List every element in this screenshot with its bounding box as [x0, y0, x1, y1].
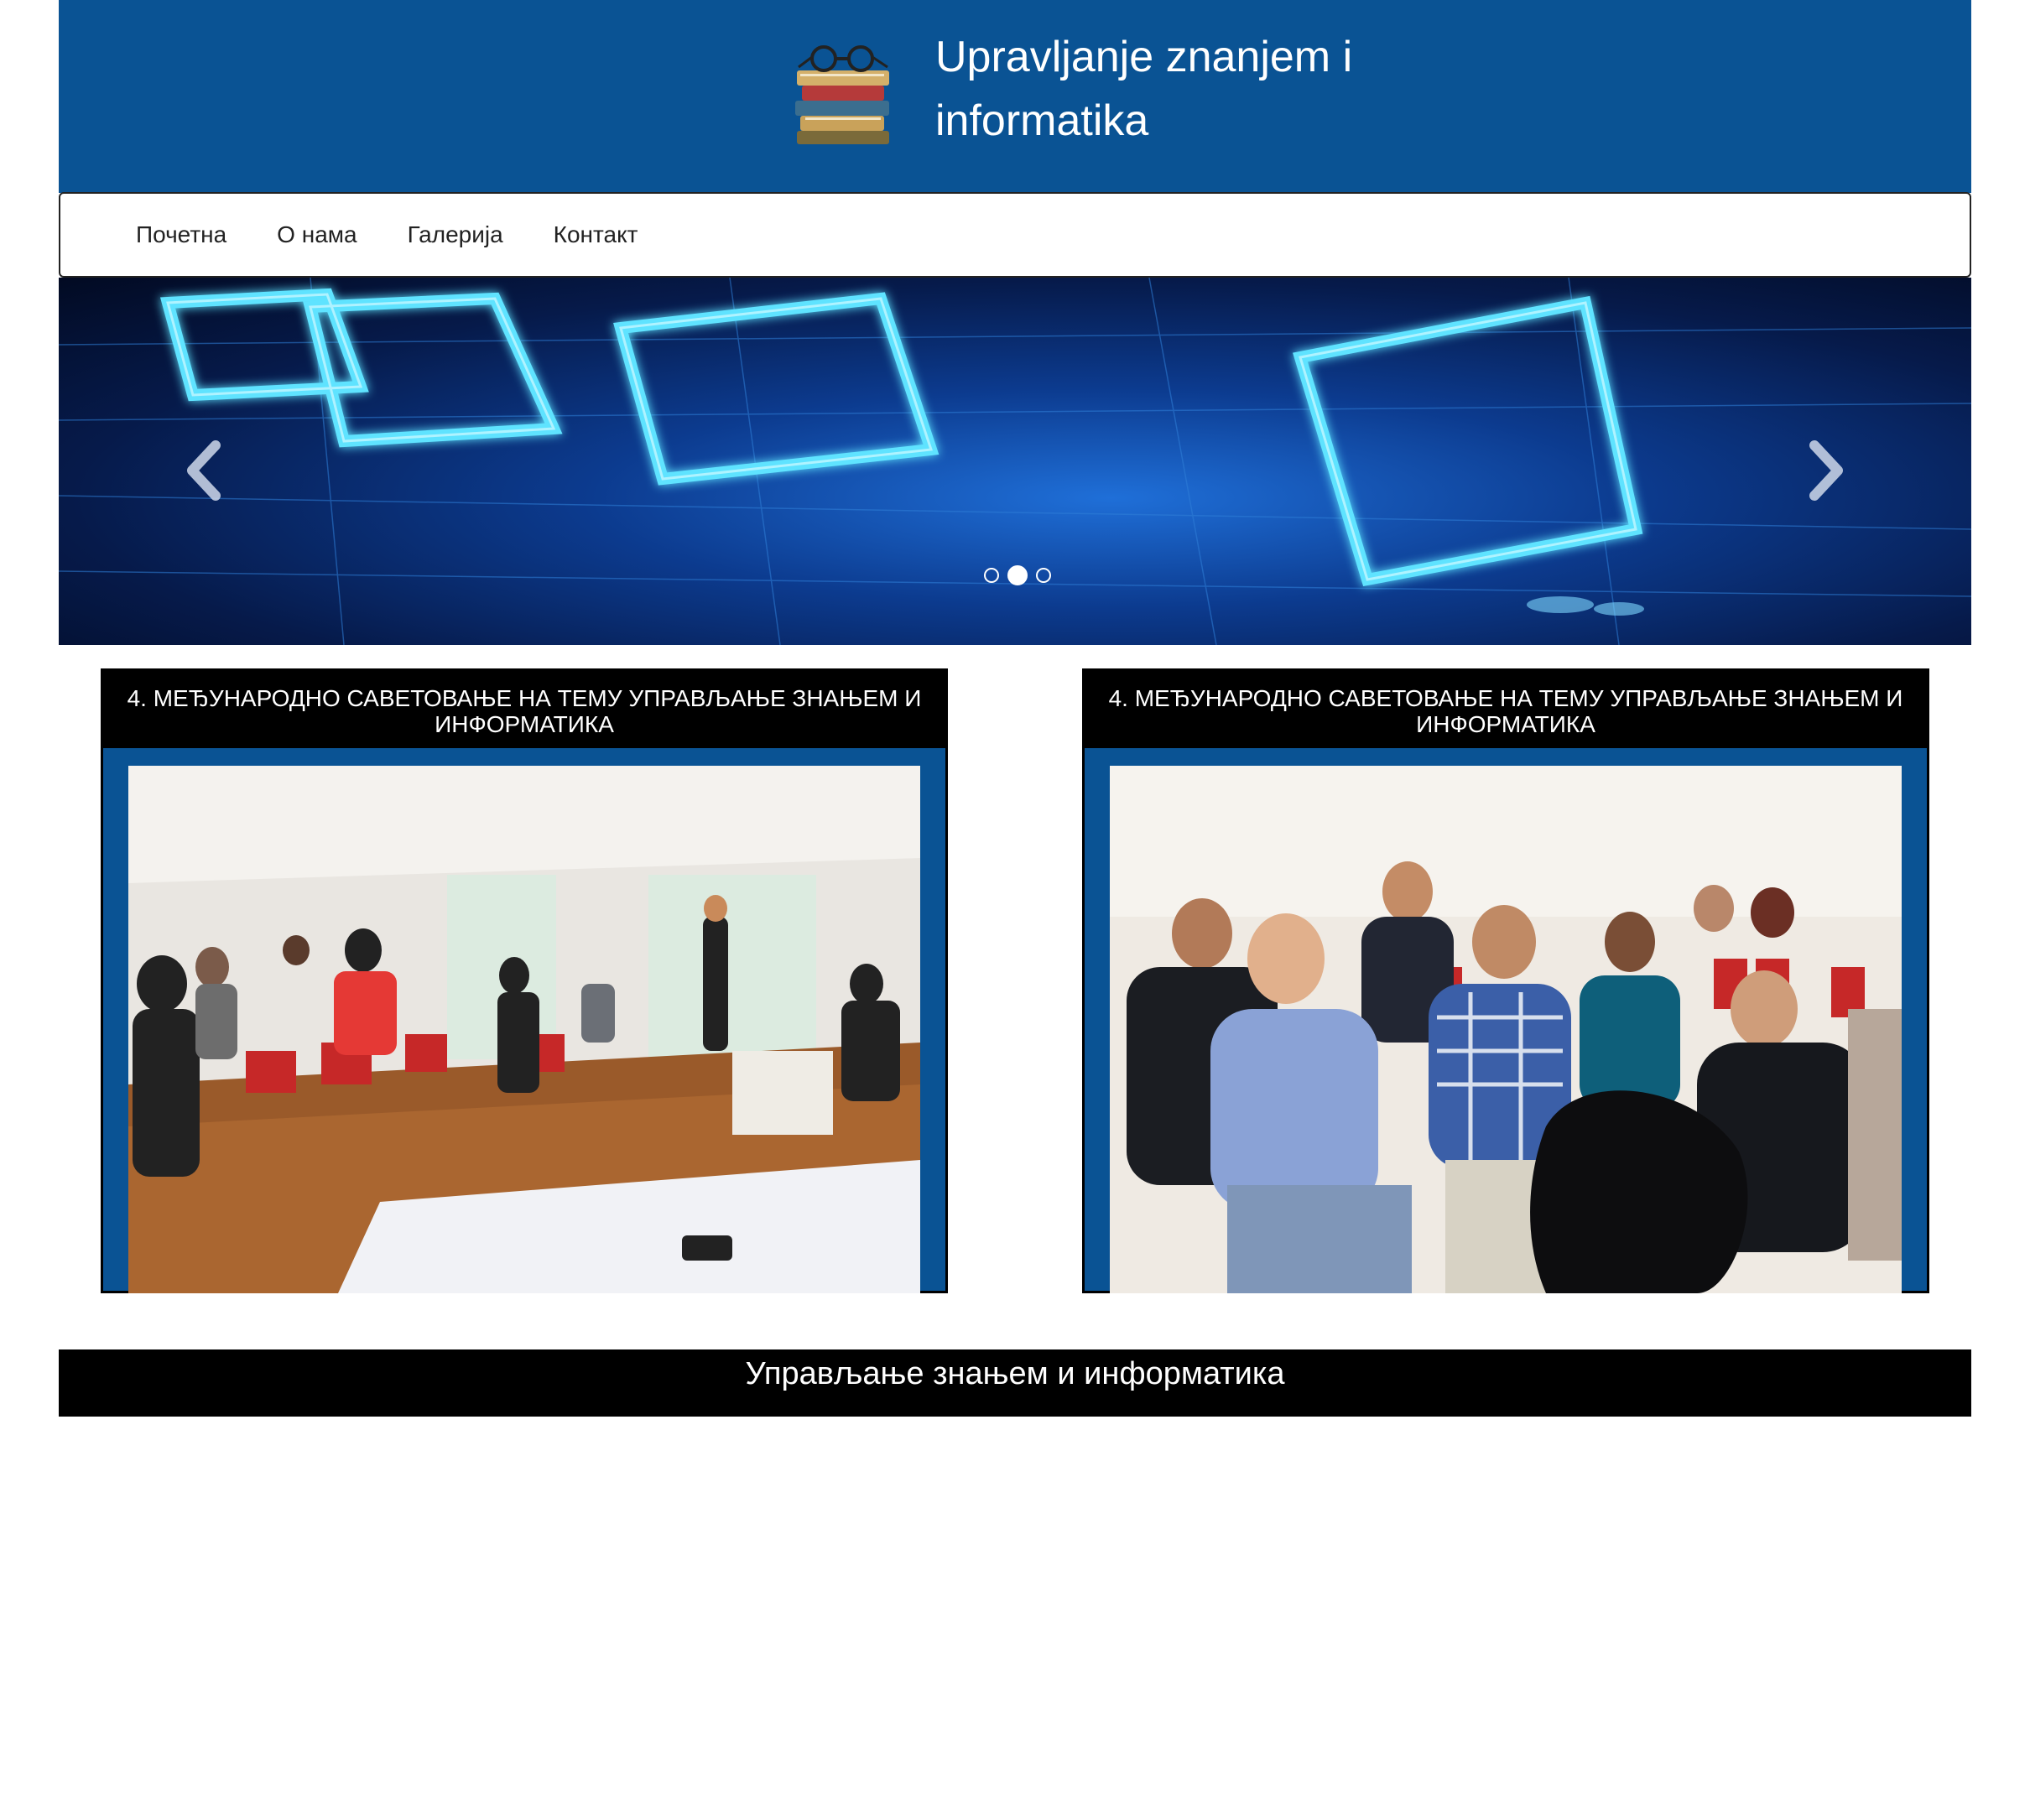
carousel-slide-image [59, 278, 1971, 645]
site-footer: Управљање знањем и информатика [59, 1349, 1971, 1417]
conference-photo[interactable] [128, 766, 920, 1293]
news-card-2[interactable]: 4. МЕЂУНАРОДНО САВЕТОВАЊЕ НА ТЕМУ УПРАВЉ… [1082, 668, 1929, 1293]
conference-photo[interactable] [1110, 766, 1902, 1293]
carousel-indicator-3[interactable] [1036, 568, 1051, 583]
chevron-right-icon[interactable] [1799, 437, 1850, 504]
nav-item-about[interactable]: О нама [277, 221, 357, 248]
site-title-line2: informatika [935, 96, 1149, 145]
books-with-glasses-icon[interactable] [789, 39, 898, 156]
news-card-title[interactable]: 4. МЕЂУНАРОДНО САВЕТОВАЊЕ НА ТЕМУ УПРАВЉ… [1085, 671, 1927, 748]
site-title: Upravljanje znanjem i informatika [935, 25, 1522, 153]
carousel-indicator-2[interactable] [1007, 565, 1028, 585]
site-title-line1: Upravljanje znanjem i [935, 33, 1353, 81]
carousel-indicator-1[interactable] [984, 568, 999, 583]
site-header: Upravljanje znanjem i informatika [59, 0, 1971, 193]
footer-text: Управљање знањем и информатика [745, 1356, 1285, 1391]
nav-item-home[interactable]: Почетна [136, 221, 226, 248]
main-navbar: Почетна О нама Галерија Контакт [59, 192, 1971, 278]
chevron-left-icon[interactable] [180, 437, 231, 504]
nav-list: Почетна О нама Галерија Контакт [136, 194, 689, 276]
nav-item-gallery[interactable]: Галерија [408, 221, 503, 248]
news-card-title[interactable]: 4. МЕЂУНАРОДНО САВЕТОВАЊЕ НА ТЕМУ УПРАВЉ… [103, 671, 945, 748]
carousel-indicators [980, 565, 1055, 585]
nav-item-contact[interactable]: Контакт [554, 221, 638, 248]
news-card-1[interactable]: 4. МЕЂУНАРОДНО САВЕТОВАЊЕ НА ТЕМУ УПРАВЉ… [101, 668, 948, 1293]
hero-carousel[interactable] [59, 278, 1971, 645]
